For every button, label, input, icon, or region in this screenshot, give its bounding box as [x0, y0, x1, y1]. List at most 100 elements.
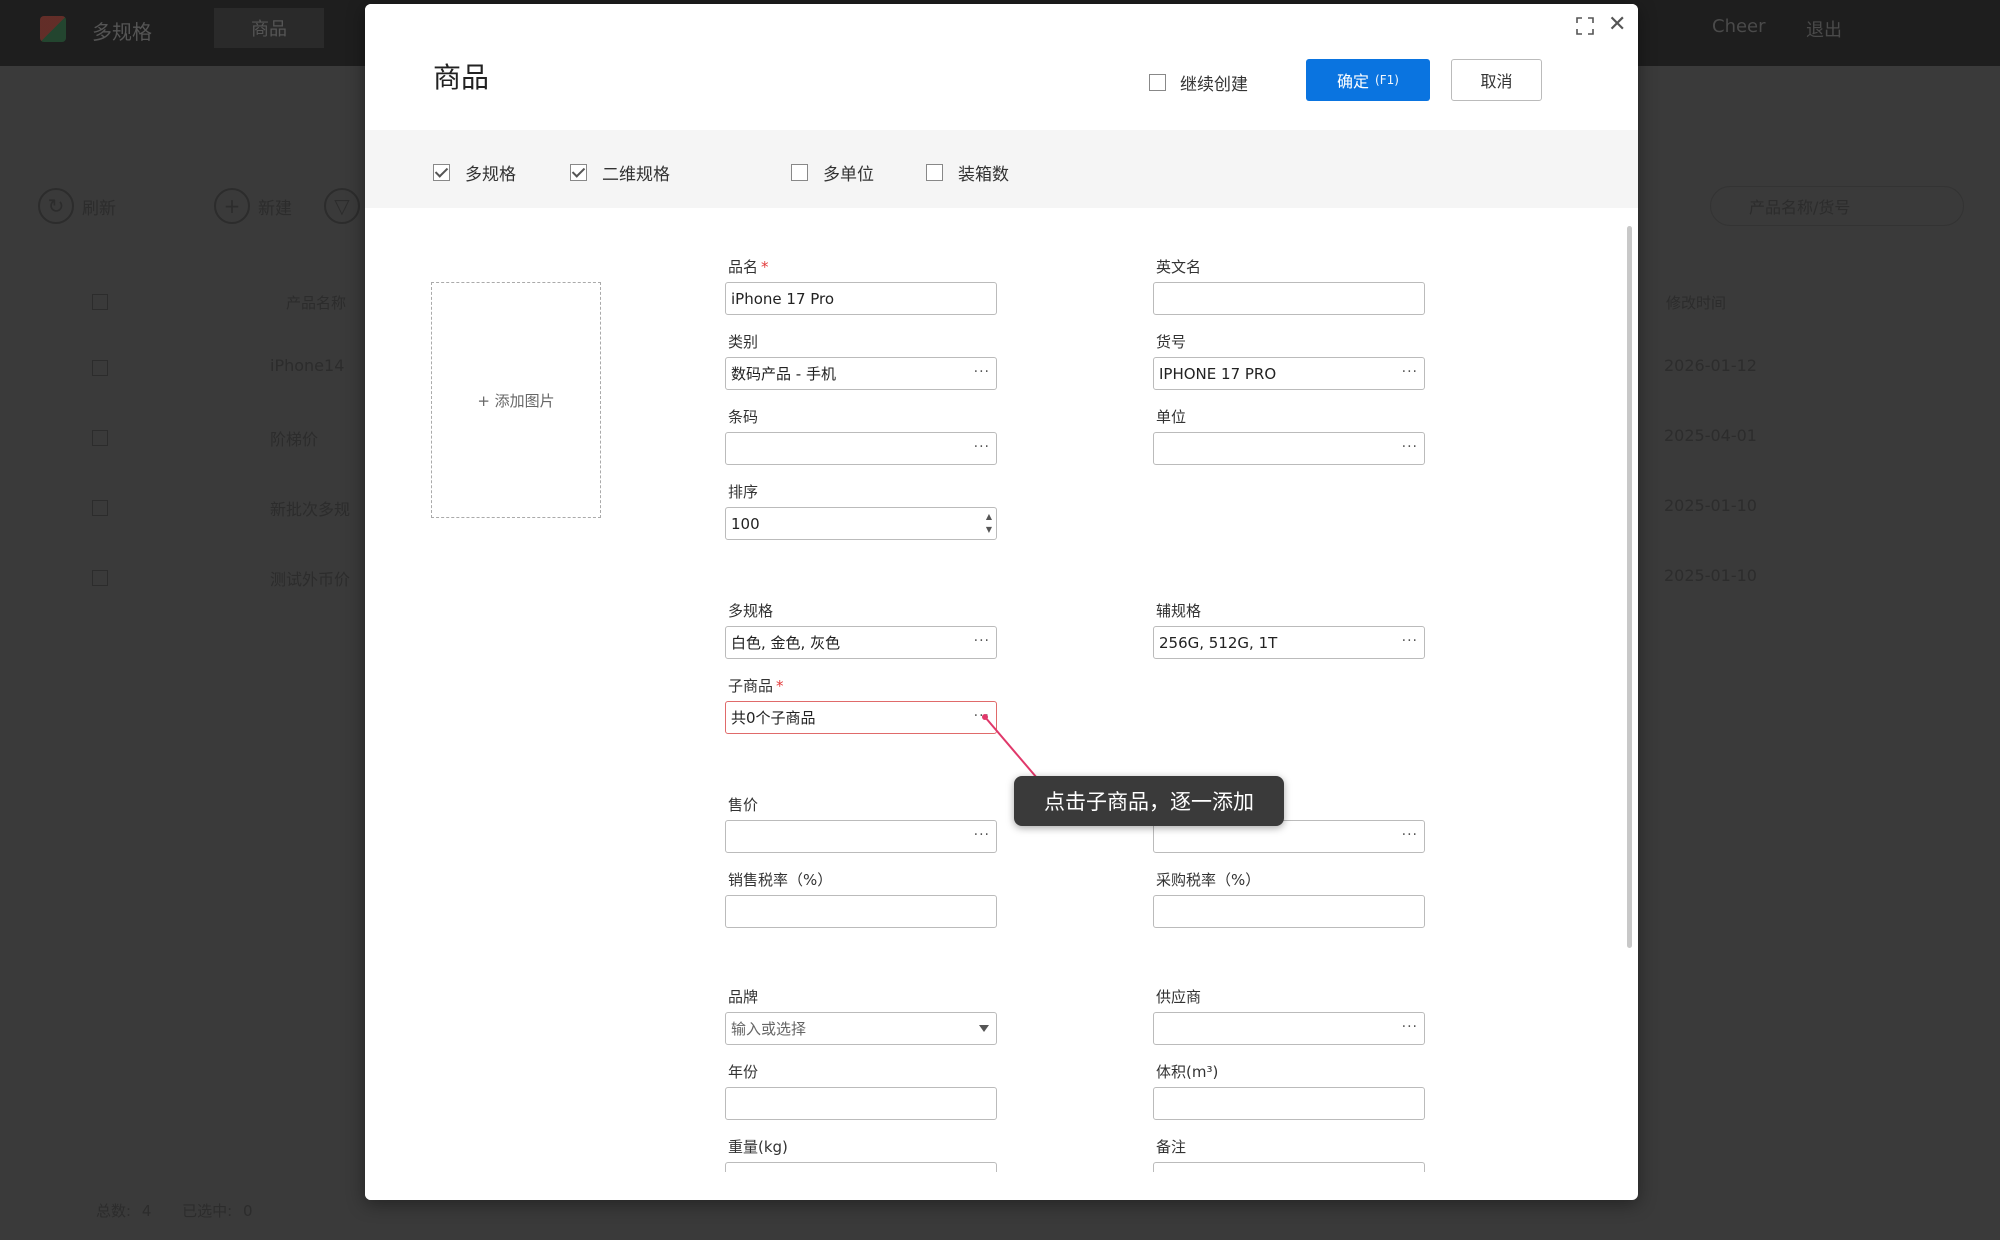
- sku-input[interactable]: IPHONE 17 PRO ···: [1153, 357, 1425, 390]
- aux-spec-label: 辅规格: [1156, 602, 1202, 620]
- carton-count-label: 装箱数: [958, 165, 1009, 185]
- refresh-button[interactable]: ↻ 刷新: [38, 188, 116, 224]
- year-label: 年份: [728, 1063, 759, 1081]
- chevron-down-icon[interactable]: [979, 1025, 989, 1032]
- more-icon[interactable]: ···: [1402, 633, 1418, 649]
- more-icon[interactable]: ···: [974, 364, 990, 380]
- multi-spec-field-label: 多规格: [728, 602, 774, 620]
- price-input[interactable]: ···: [725, 820, 997, 853]
- dialog-scrollbar[interactable]: [1627, 226, 1632, 948]
- more-icon[interactable]: ···: [1402, 439, 1418, 455]
- barcode-input[interactable]: ···: [725, 432, 997, 465]
- row-date: 2025-01-10: [1664, 496, 1757, 515]
- name-input[interactable]: iPhone 17 Pro: [725, 282, 997, 315]
- weight-label: 重量(kg): [728, 1138, 788, 1156]
- row-date: 2025-01-10: [1664, 566, 1757, 585]
- row-name[interactable]: 测试外币价: [270, 566, 350, 590]
- supplier-label: 供应商: [1156, 988, 1202, 1006]
- sub-goods-label: 子商品 *: [728, 677, 784, 695]
- name-value: iPhone 17 Pro: [731, 289, 835, 308]
- year-input[interactable]: [725, 1087, 997, 1120]
- category-value: 数码产品 - 手机: [731, 365, 836, 383]
- purchase-tax-input[interactable]: [1153, 895, 1425, 928]
- new-button[interactable]: + 新建: [214, 188, 292, 224]
- dialog-bottom-mask: [365, 1172, 1627, 1200]
- app-title: 多规格: [92, 20, 152, 44]
- weight-input[interactable]: [725, 1162, 997, 1172]
- options-bar: 多规格 二维规格 多单位 装箱数: [365, 130, 1638, 208]
- sort-input[interactable]: 100 ▲ ▼: [725, 507, 997, 540]
- dialog-header: 商品 ✕ 继续创建 确定 (F1) 取消: [365, 4, 1638, 130]
- row-checkbox[interactable]: [92, 500, 108, 516]
- sort-value: 100: [731, 514, 760, 533]
- option-2d-spec[interactable]: 二维规格: [570, 160, 670, 185]
- add-image-button[interactable]: + 添加图片: [431, 282, 601, 518]
- footer-stats: 总数: 4 已选中: 0: [96, 1202, 253, 1220]
- continue-create-checkbox[interactable]: [1149, 74, 1166, 91]
- more-icon[interactable]: ···: [974, 708, 990, 724]
- sku-label: 货号: [1156, 333, 1187, 351]
- sku-value: IPHONE 17 PRO: [1159, 364, 1277, 383]
- multi-unit-checkbox[interactable]: [791, 164, 808, 181]
- fullscreen-icon[interactable]: [1575, 16, 1595, 36]
- purchase-tax-label: 采购税率（%）: [1156, 871, 1261, 889]
- dialog-title: 商品: [433, 61, 490, 94]
- more-icon[interactable]: ···: [1402, 1019, 1418, 1035]
- app-logo: [40, 16, 66, 42]
- english-name-input[interactable]: [1153, 282, 1425, 315]
- confirm-label: 确定: [1337, 72, 1370, 91]
- unit-input[interactable]: ···: [1153, 432, 1425, 465]
- row-date: 2025-04-01: [1664, 426, 1757, 445]
- option-carton-count[interactable]: 装箱数: [926, 160, 1009, 185]
- goods-dialog: 商品 ✕ 继续创建 确定 (F1) 取消 多规格 二维规格 多单位 装箱数 + …: [365, 4, 1638, 1200]
- sales-tax-label: 销售税率（%）: [728, 871, 833, 889]
- row-checkbox[interactable]: [92, 360, 108, 376]
- hint-tooltip: 点击子商品，逐一添加: [1014, 776, 1284, 826]
- multi-spec-checkbox[interactable]: [433, 164, 450, 181]
- more-icon[interactable]: ···: [974, 439, 990, 455]
- multi-spec-input[interactable]: 白色, 金色, 灰色 ···: [725, 626, 997, 659]
- more-icon[interactable]: ···: [1402, 364, 1418, 380]
- aux-spec-input[interactable]: 256G, 512G, 1T ···: [1153, 626, 1425, 659]
- tab-goods[interactable]: 商品: [214, 8, 324, 48]
- continue-create-option[interactable]: 继续创建: [1149, 70, 1248, 95]
- select-all-checkbox[interactable]: [92, 294, 108, 310]
- filter-icon: ▽: [324, 188, 360, 224]
- user-name[interactable]: Cheer: [1712, 16, 1766, 37]
- option-multi-spec[interactable]: 多规格: [433, 160, 516, 185]
- brand-label: 品牌: [728, 988, 759, 1006]
- 2d-spec-checkbox[interactable]: [570, 164, 587, 181]
- supplier-input[interactable]: ···: [1153, 1012, 1425, 1045]
- volume-input[interactable]: [1153, 1087, 1425, 1120]
- row-checkbox[interactable]: [92, 570, 108, 586]
- stepper-icon[interactable]: ▲ ▼: [986, 510, 992, 536]
- more-icon[interactable]: ···: [974, 827, 990, 843]
- logout-link[interactable]: 退出: [1806, 16, 1842, 42]
- aux-spec-value: 256G, 512G, 1T: [1159, 633, 1278, 652]
- row-name[interactable]: iPhone14: [270, 356, 344, 375]
- filter-button[interactable]: ▽: [324, 188, 360, 224]
- option-multi-unit[interactable]: 多单位: [791, 160, 874, 185]
- new-label: 新建: [258, 198, 292, 219]
- close-icon[interactable]: ✕: [1608, 14, 1626, 36]
- remark-input[interactable]: [1153, 1162, 1425, 1172]
- category-input[interactable]: 数码产品 - 手机 ···: [725, 357, 997, 390]
- column-header-name[interactable]: 产品名称: [286, 292, 346, 313]
- confirm-button[interactable]: 确定 (F1): [1306, 59, 1430, 101]
- row-name[interactable]: 新批次多规: [270, 496, 350, 520]
- more-icon[interactable]: ···: [974, 633, 990, 649]
- sub-goods-input[interactable]: 共0个子商品 ···: [725, 701, 997, 734]
- brand-select[interactable]: 输入或选择: [725, 1012, 997, 1045]
- cancel-button[interactable]: 取消: [1451, 59, 1542, 101]
- carton-count-checkbox[interactable]: [926, 164, 943, 181]
- multi-unit-label: 多单位: [823, 165, 874, 185]
- sales-tax-input[interactable]: [725, 895, 997, 928]
- sort-label: 排序: [728, 483, 759, 501]
- search-input[interactable]: 产品名称/货号: [1710, 186, 1964, 226]
- row-name[interactable]: 阶梯价: [270, 426, 318, 450]
- category-label: 类别: [728, 333, 759, 351]
- more-icon[interactable]: ···: [1402, 827, 1418, 843]
- column-header-modified[interactable]: 修改时间: [1666, 292, 1726, 313]
- row-checkbox[interactable]: [92, 430, 108, 446]
- refresh-icon: ↻: [38, 188, 74, 224]
